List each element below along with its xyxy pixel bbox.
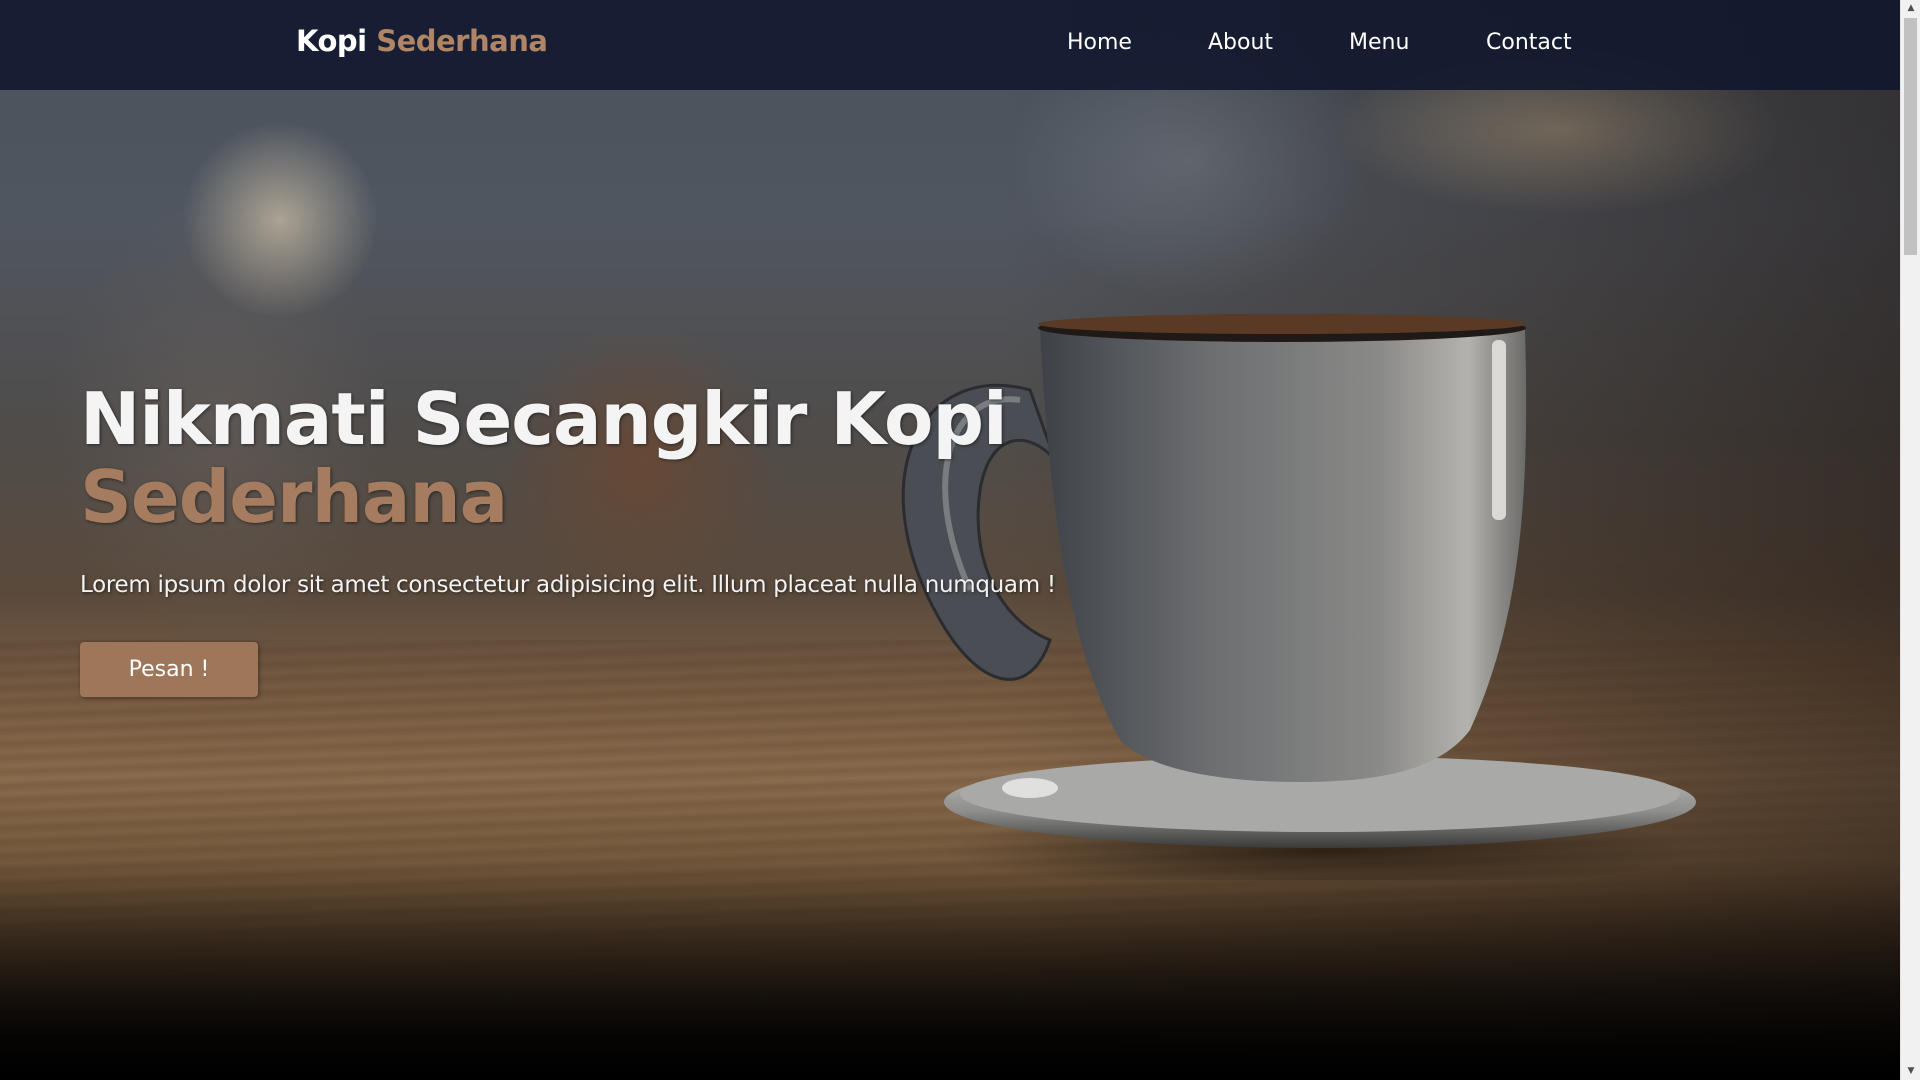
brand-logo[interactable]: Kopi Sederhana bbox=[296, 24, 548, 58]
page-viewport: Kopi Sederhana Home About Menu Contact N… bbox=[0, 0, 1900, 1080]
scroll-down-arrow-icon[interactable]: ▼ bbox=[1901, 1063, 1920, 1080]
hero-title-accent: Sederhana bbox=[80, 455, 508, 539]
hero-content: Nikmati Secangkir Kopi Sederhana Lorem i… bbox=[80, 380, 1080, 697]
nav-item-menu[interactable]: Menu bbox=[1349, 30, 1409, 55]
nav-item-contact[interactable]: Contact bbox=[1486, 30, 1572, 55]
brand-name-accent: Sederhana bbox=[376, 24, 548, 58]
brand-name-primary: Kopi bbox=[296, 24, 367, 58]
hero-description: Lorem ipsum dolor sit amet consectetur a… bbox=[80, 572, 1056, 598]
nav-item-about[interactable]: About bbox=[1208, 30, 1273, 55]
scrollbar-thumb[interactable] bbox=[1904, 18, 1917, 255]
navbar: Kopi Sederhana Home About Menu Contact bbox=[0, 0, 1900, 90]
order-button[interactable]: Pesan ! bbox=[80, 642, 258, 697]
hero-bottom-fade bbox=[0, 860, 1900, 1080]
nav-item-home[interactable]: Home bbox=[1067, 30, 1132, 55]
vertical-scrollbar[interactable]: ▲ ▼ bbox=[1900, 0, 1920, 1080]
hero-title: Nikmati Secangkir Kopi Sederhana bbox=[80, 380, 1080, 536]
hero-title-main: Nikmati Secangkir Kopi bbox=[80, 377, 1008, 461]
scroll-up-arrow-icon[interactable]: ▲ bbox=[1901, 0, 1920, 17]
